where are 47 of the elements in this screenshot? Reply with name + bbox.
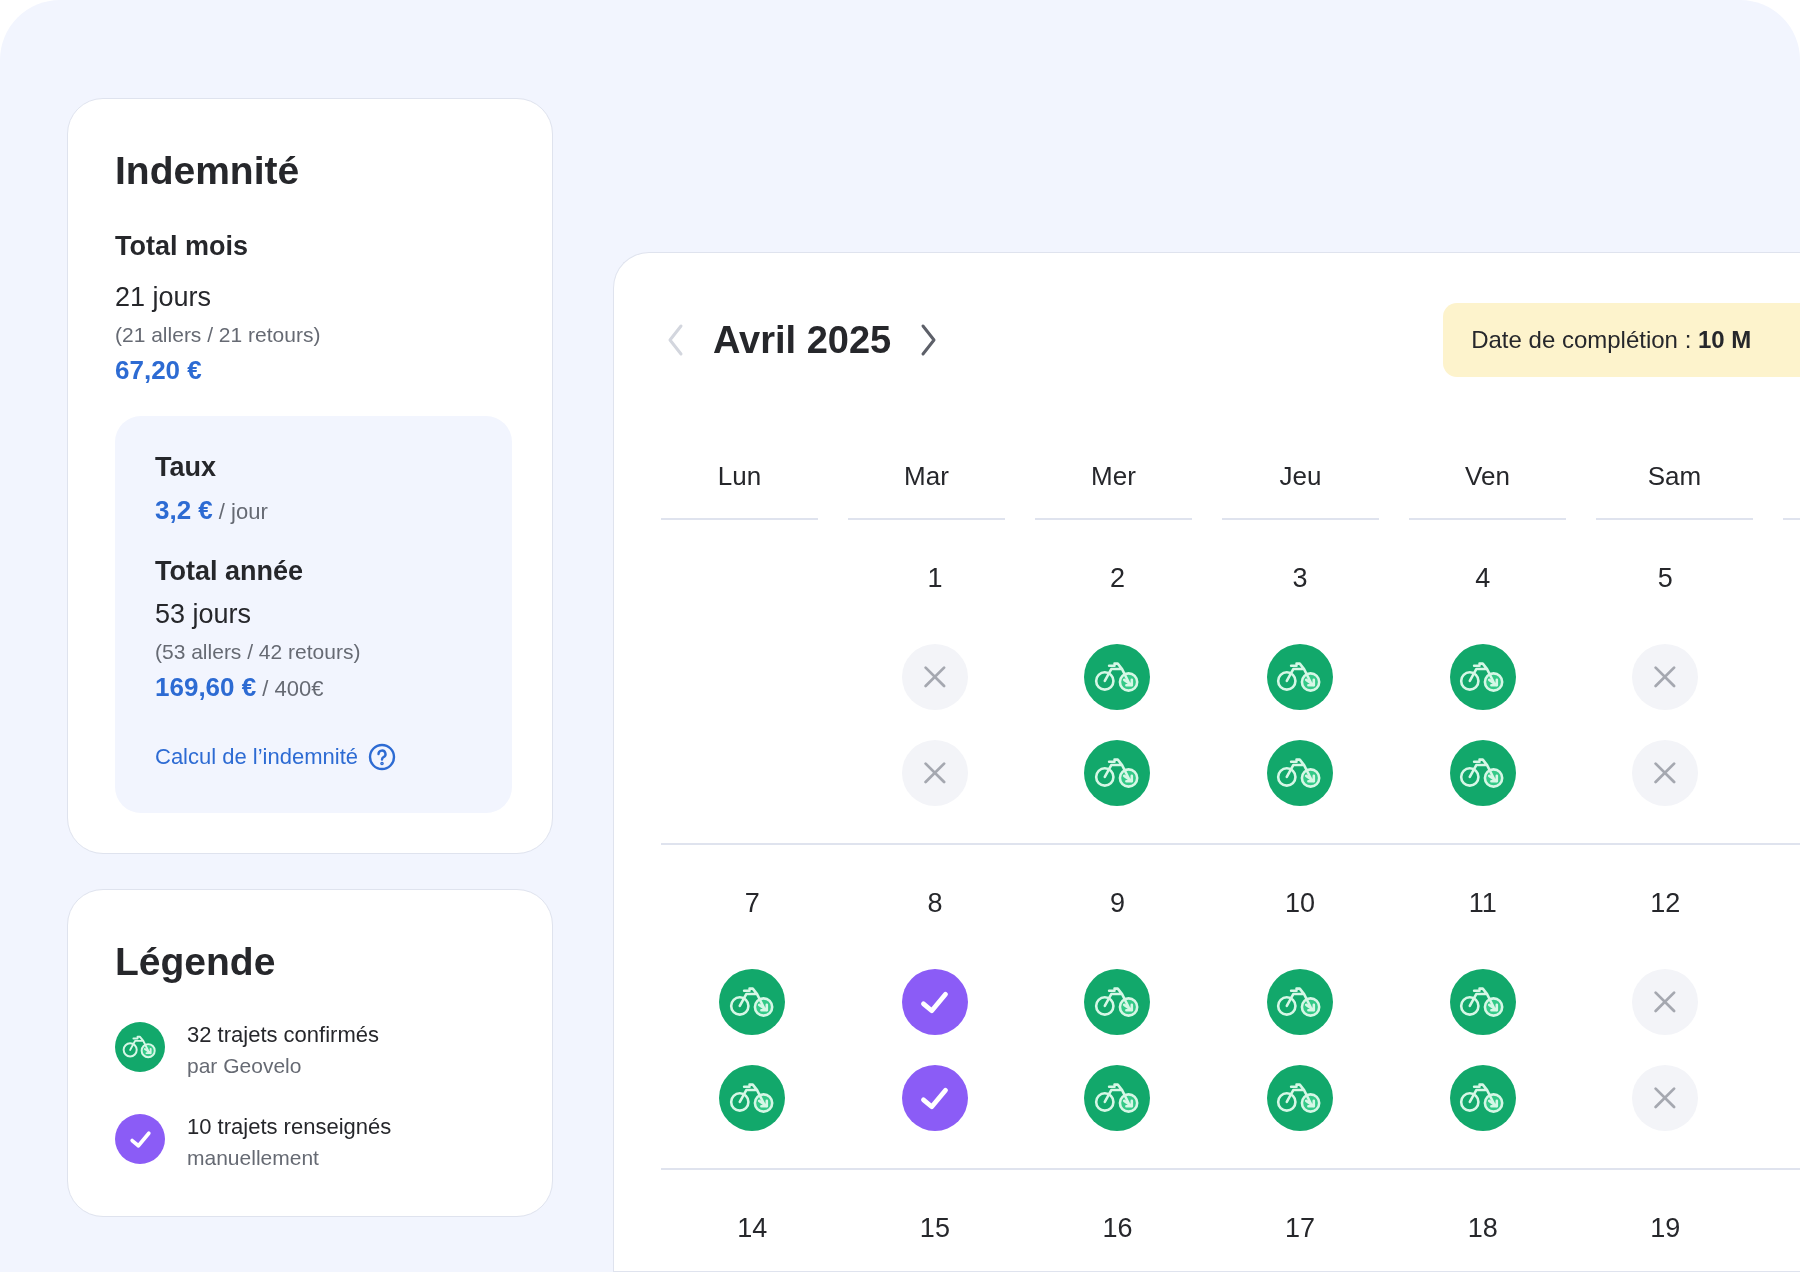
day-number: 1 — [927, 562, 943, 595]
check-icon — [115, 1114, 165, 1164]
trips-detail: (21 allers / 21 retours) — [115, 323, 322, 347]
card-title: Indemnité — [115, 149, 301, 193]
amount: 67,20 € — [115, 355, 202, 386]
day-number: 7 — [744, 887, 760, 920]
weekday-header: Jeu — [1222, 449, 1379, 520]
day-number: 17 — [1285, 1212, 1316, 1245]
section-heading: Total mois — [115, 231, 249, 262]
bike-icon — [115, 1022, 165, 1072]
weekday-header: Ven — [1409, 449, 1566, 520]
weekday-header: Mar — [848, 449, 1005, 520]
day-number: 10 — [1285, 887, 1316, 920]
cap-label: / 400€ — [262, 676, 324, 702]
days-count: 21 jours — [115, 282, 213, 313]
legend-caption: manuellement — [187, 1146, 320, 1170]
trips-detail: (53 allers / 42 retours) — [155, 640, 362, 664]
weekday-header: Sam — [1596, 449, 1753, 520]
day-number: 14 — [737, 1212, 768, 1245]
day-number: 12 — [1650, 887, 1681, 920]
month-title: Avril 2025 — [713, 318, 892, 362]
card-title: Légende — [115, 940, 277, 984]
amount: 3,2 € — [155, 495, 213, 526]
day-number: 3 — [1292, 562, 1308, 595]
completion-banner: Date de complétion : 10 M — [1443, 303, 1800, 377]
day-number: 5 — [1657, 562, 1673, 595]
day-number: 15 — [919, 1212, 950, 1245]
day-number: 9 — [1109, 887, 1125, 920]
legend-label: 32 trajets confirmés — [187, 1022, 379, 1048]
day-number: 4 — [1475, 562, 1491, 595]
day-number: 16 — [1102, 1212, 1133, 1245]
amount: 169,60 € — [155, 672, 257, 703]
day-number: 8 — [927, 887, 943, 920]
help-link[interactable]: Calcul de l’indemnité — [155, 743, 472, 771]
day-number: 2 — [1109, 562, 1125, 595]
section-heading: Total année — [155, 556, 305, 587]
section-heading: Taux — [155, 452, 217, 483]
day-number: 18 — [1467, 1212, 1498, 1245]
legend-label: 10 trajets renseignés — [187, 1114, 392, 1140]
day-number: 19 — [1650, 1212, 1681, 1245]
legend-caption: par Geovelo — [187, 1054, 303, 1078]
help-icon — [368, 743, 396, 771]
weekday-header: Mer — [1035, 449, 1192, 520]
weekday-header: Lun — [661, 449, 818, 520]
day-number: 11 — [1468, 887, 1497, 920]
unit-label: / jour — [218, 499, 268, 525]
days-count: 53 jours — [155, 599, 253, 630]
